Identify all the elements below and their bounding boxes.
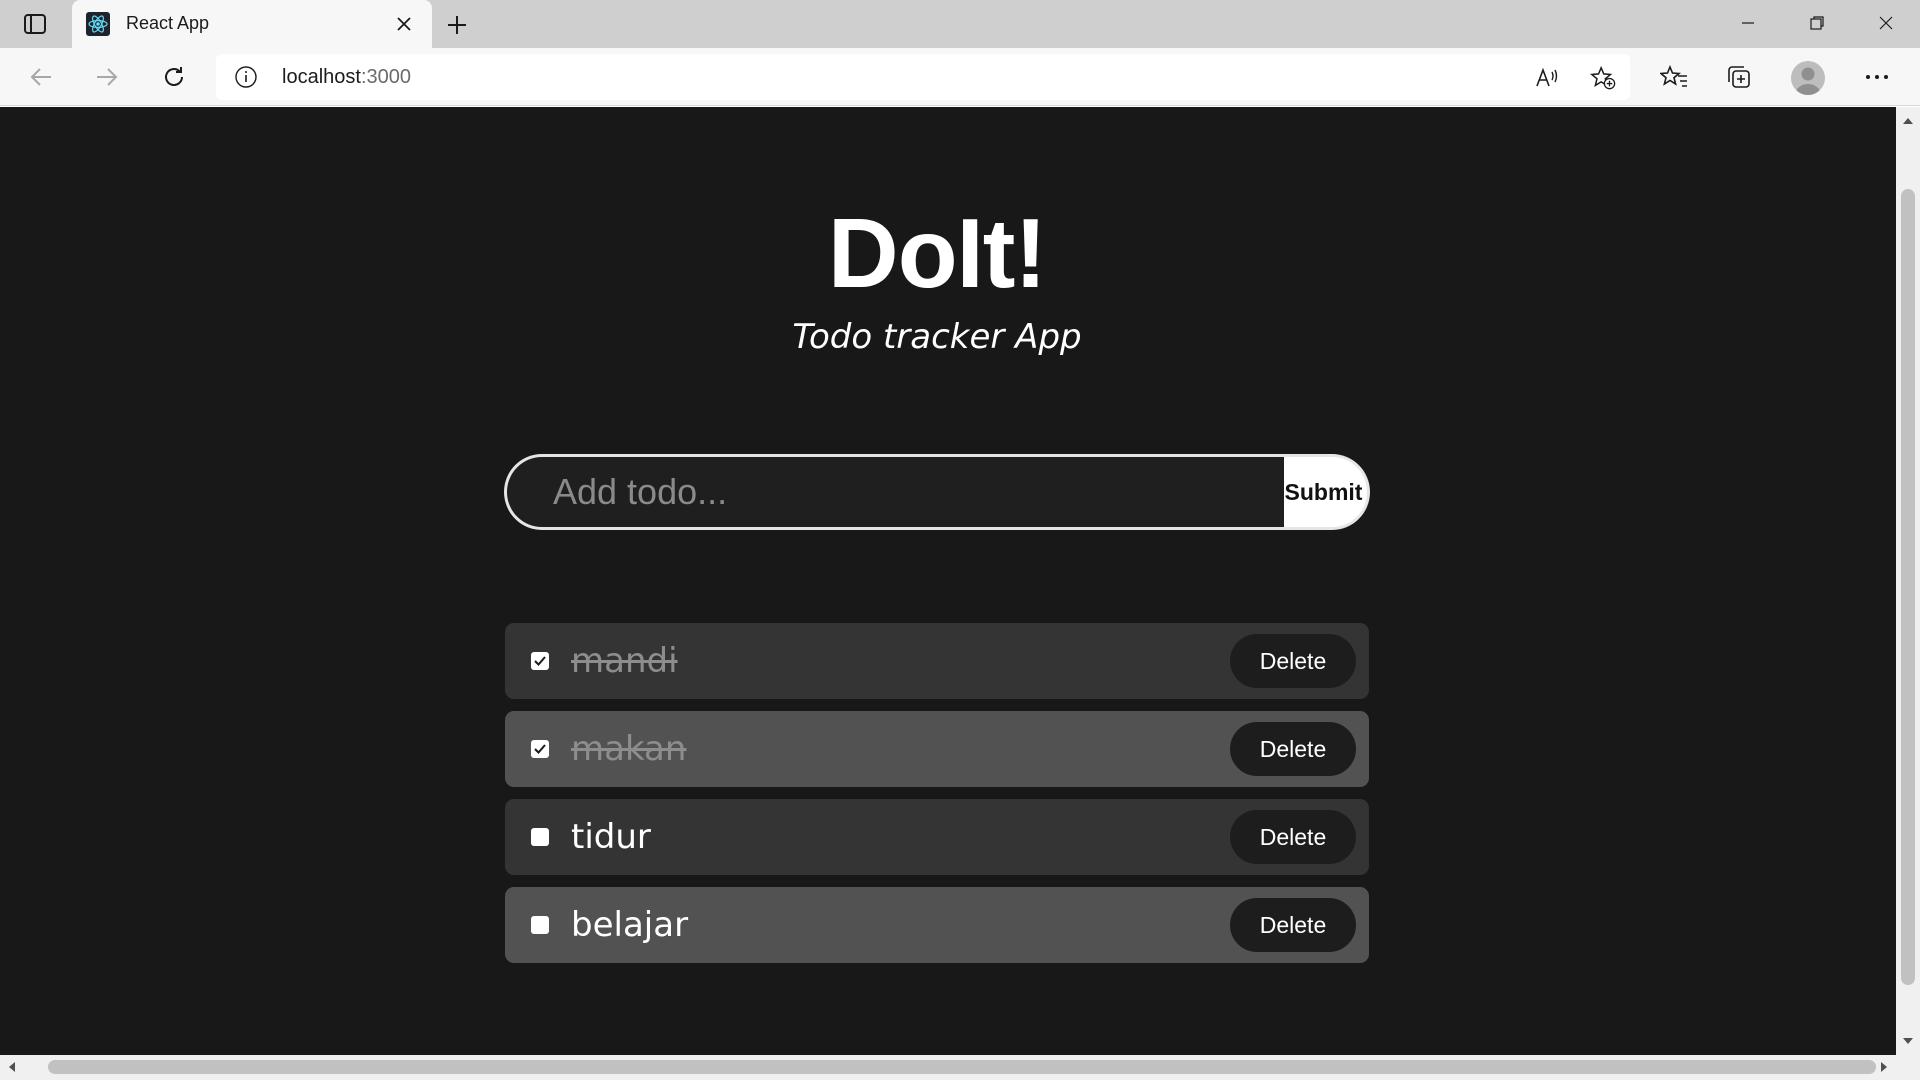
avatar-icon[interactable] — [1791, 61, 1825, 95]
todo-checkbox[interactable] — [531, 652, 549, 670]
app-title: DoIt! — [827, 198, 1047, 308]
close-tab-icon[interactable] — [392, 12, 416, 36]
url-port: :3000 — [360, 66, 411, 88]
scroll-up-icon[interactable] — [1900, 113, 1916, 129]
browser-toolbar: localhost:3000 — [0, 48, 1920, 106]
horizontal-scrollbar[interactable] — [0, 1055, 1920, 1080]
tab-strip: React App — [0, 0, 1920, 48]
tab-actions-icon[interactable] — [16, 10, 54, 38]
info-icon[interactable] — [234, 65, 258, 89]
react-logo-icon — [86, 12, 110, 36]
todo-item: belajar Delete — [505, 887, 1369, 963]
vertical-scrollbar[interactable] — [1896, 107, 1920, 1055]
app-subtitle: Todo tracker App — [792, 317, 1082, 357]
minimize-icon[interactable] — [1731, 8, 1765, 38]
todo-checkbox[interactable] — [531, 916, 549, 934]
todo-text: makan — [571, 729, 687, 769]
page-viewport: DoIt! Todo tracker App Submit mandi Delet… — [0, 107, 1896, 1055]
delete-button[interactable]: Delete — [1230, 634, 1356, 688]
todo-checkbox[interactable] — [531, 828, 549, 846]
address-bar[interactable]: localhost:3000 — [216, 54, 1630, 100]
todo-text: belajar — [571, 905, 689, 945]
delete-button[interactable]: Delete — [1230, 722, 1356, 776]
browser-tab[interactable]: React App — [72, 0, 432, 48]
scroll-left-icon[interactable] — [4, 1059, 20, 1075]
submit-button[interactable]: Submit — [1284, 454, 1370, 530]
tab-title: React App — [126, 13, 210, 33]
delete-button[interactable]: Delete — [1230, 810, 1356, 864]
more-icon[interactable] — [1860, 60, 1894, 94]
todo-text: mandi — [571, 641, 678, 681]
scroll-right-icon[interactable] — [1876, 1059, 1892, 1075]
add-favorite-icon[interactable] — [1590, 65, 1616, 91]
add-todo-input[interactable] — [504, 454, 1284, 530]
horizontal-scroll-thumb[interactable] — [48, 1060, 1876, 1074]
todo-checkbox[interactable] — [531, 740, 549, 758]
todo-item: makan Delete — [505, 711, 1369, 787]
restore-icon[interactable] — [1800, 8, 1834, 38]
scroll-down-icon[interactable] — [1900, 1033, 1916, 1049]
new-tab-icon[interactable] — [442, 10, 472, 40]
back-arrow-icon[interactable] — [24, 60, 58, 94]
vertical-scroll-thumb[interactable] — [1901, 189, 1915, 985]
close-window-icon[interactable] — [1869, 8, 1903, 38]
url-host: localhost — [282, 66, 361, 88]
add-todo-form: Submit — [504, 454, 1370, 530]
todo-text: tidur — [571, 817, 651, 857]
url-text: localhost:3000 — [282, 66, 411, 89]
refresh-icon[interactable] — [157, 60, 191, 94]
read-aloud-icon[interactable] — [1535, 65, 1561, 91]
todo-item: mandi Delete — [505, 623, 1369, 699]
todo-list: mandi Delete makan Delete tidur Delete belajar… — [505, 623, 1369, 975]
todo-item: tidur Delete — [505, 799, 1369, 875]
favorites-icon[interactable] — [1657, 60, 1691, 94]
forward-arrow-icon[interactable] — [90, 60, 124, 94]
collections-icon[interactable] — [1722, 60, 1756, 94]
delete-button[interactable]: Delete — [1230, 898, 1356, 952]
